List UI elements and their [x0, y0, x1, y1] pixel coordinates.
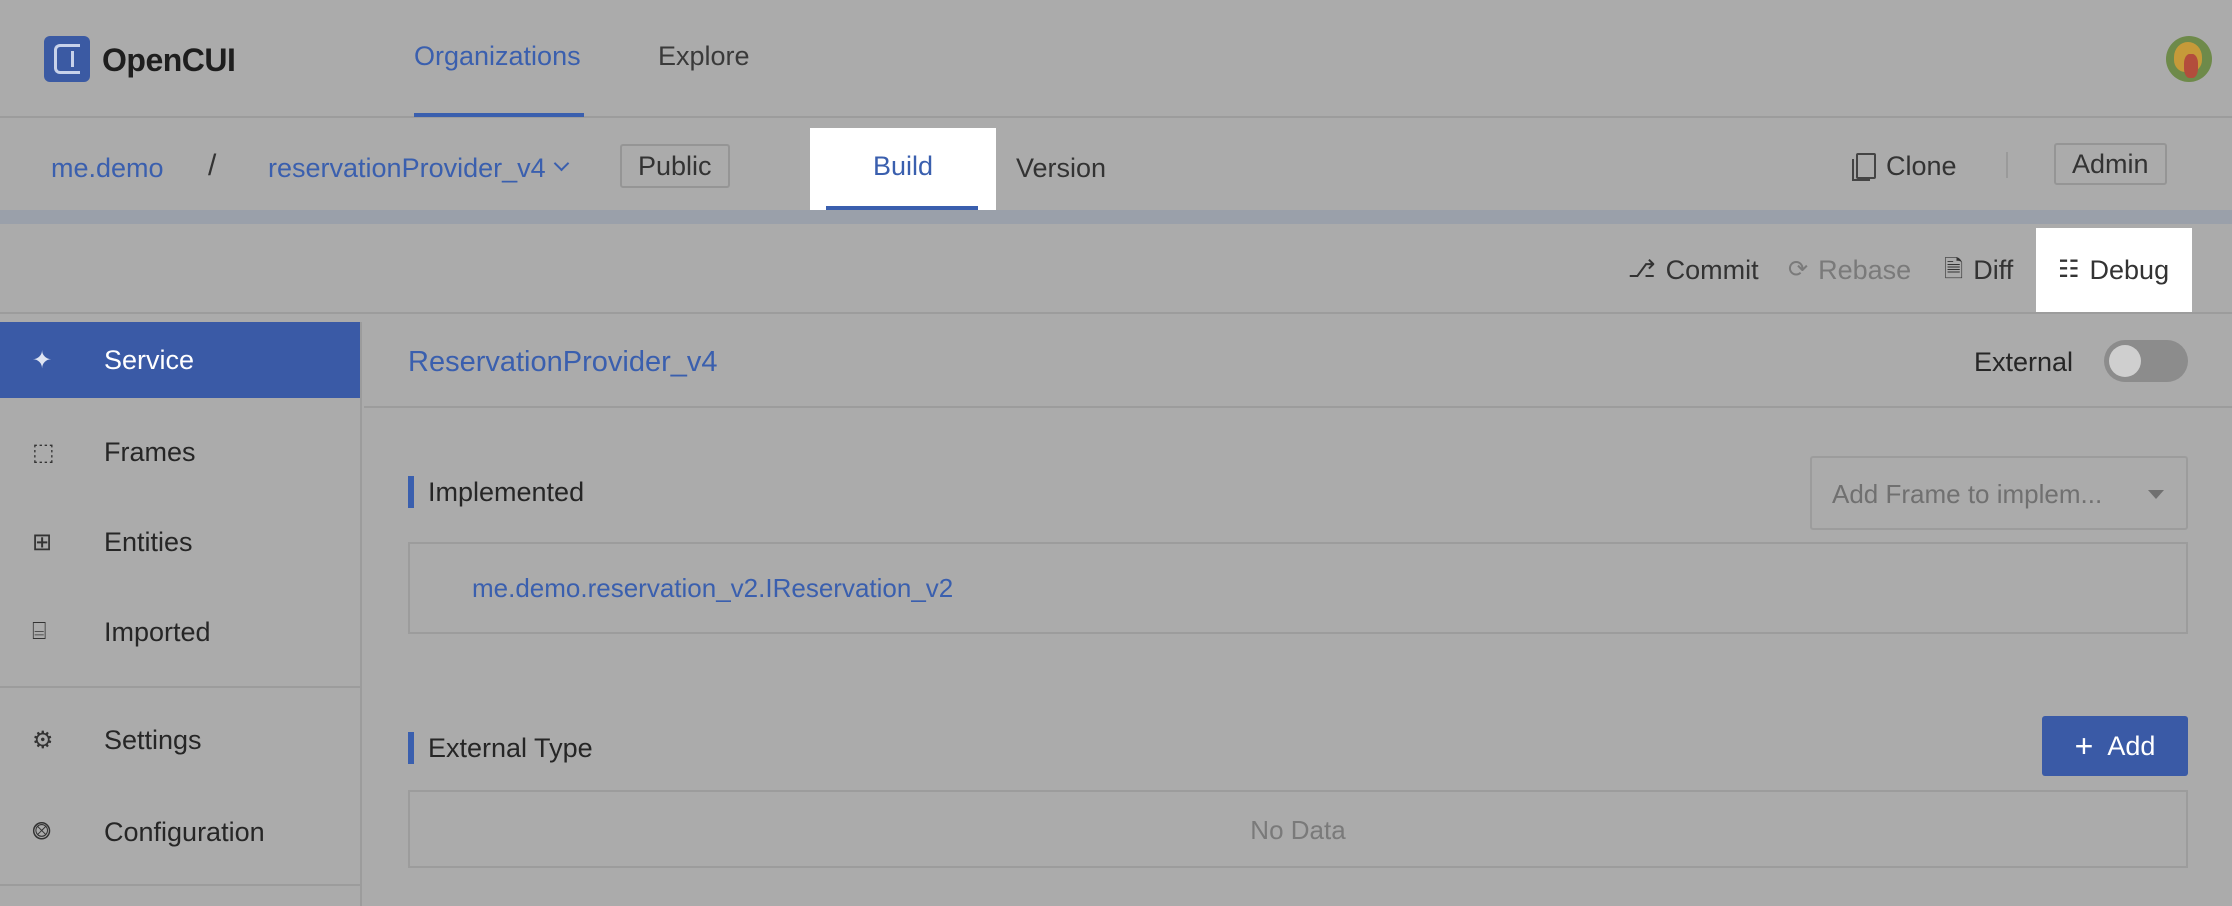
sidebar-divider	[0, 884, 360, 886]
frames-icon: ⬚	[32, 438, 55, 466]
sidebar-item-label: Configuration	[104, 816, 265, 847]
tab-build-label: Build	[872, 151, 934, 181]
commit-label: Commit	[1665, 254, 1759, 285]
sidebar-item-service[interactable]: ✦ Service	[0, 322, 360, 398]
admin-button[interactable]: Admin	[2054, 143, 2167, 185]
sidebar-item-settings[interactable]: ⚙ Settings	[0, 702, 360, 778]
plug-icon: ✦	[32, 346, 53, 374]
rebase-button[interactable]: ⟳ Rebase	[1788, 250, 1911, 290]
user-avatar[interactable]	[2166, 36, 2212, 82]
external-toggle[interactable]	[2104, 340, 2188, 382]
sidebar-item-label: Entities	[104, 526, 193, 557]
nav-tab-organizations[interactable]: Organizations	[414, 36, 581, 76]
tab-build[interactable]: Build	[810, 128, 996, 222]
diff-label: Diff	[1973, 254, 2014, 285]
sidebar-item-label: Frames	[104, 436, 196, 467]
entities-icon: ⊞	[32, 528, 53, 556]
nav-tab-explore[interactable]: Explore	[658, 36, 750, 76]
sync-icon: ⟳	[1788, 256, 1809, 283]
breadcrumb-org-link[interactable]: me.demo	[51, 148, 164, 188]
toggle-knob	[2109, 345, 2141, 377]
external-type-section-title: External Type	[428, 733, 593, 763]
page-title: ReservationProvider_v4	[408, 346, 718, 378]
robot-icon: ☷	[2058, 256, 2080, 283]
commit-button[interactable]: ⎇ Commit	[1628, 250, 1759, 290]
top-header	[0, 0, 2232, 118]
sidebar-item-entities[interactable]: ⊞ Entities	[0, 504, 360, 580]
external-label: External	[1974, 347, 2074, 377]
debug-button[interactable]: ☷ Debug	[2058, 250, 2169, 290]
imported-icon: ⌸	[32, 618, 47, 645]
external-type-list: No Data	[408, 790, 2188, 868]
add-frame-select[interactable]: Add Frame to implem...	[1810, 456, 2188, 530]
add-external-type-button[interactable]: + Add	[2042, 716, 2188, 776]
breadcrumb-separator: /	[208, 149, 217, 182]
clone-label: Clone	[1886, 150, 1957, 181]
sidebar-item-frames[interactable]: ⬚ Frames	[0, 414, 360, 490]
implemented-section-title: Implemented	[428, 477, 585, 507]
select-placeholder: Add Frame to implem...	[1832, 479, 2103, 509]
opencui-logo-icon[interactable]	[44, 36, 90, 82]
config-icon: ⨷	[32, 818, 51, 845]
brand-name[interactable]: OpenCUI	[102, 38, 236, 82]
clone-button[interactable]: Clone	[1852, 144, 1957, 188]
plus-icon: +	[2074, 728, 2094, 764]
sidebar-divider	[0, 686, 360, 688]
file-diff-icon: 🗎	[1944, 256, 1964, 283]
section-marker	[408, 732, 414, 764]
breadcrumb-project-dropdown[interactable]: reservationProvider_v4	[268, 148, 546, 188]
diff-button[interactable]: 🗎 Diff	[1944, 250, 2013, 290]
implemented-frame-link[interactable]: me.demo.reservation_v2.IReservation_v2	[472, 568, 953, 608]
empty-state-text: No Data	[1250, 815, 1346, 845]
sidebar-item-label: Settings	[104, 724, 202, 755]
debug-label: Debug	[2089, 254, 2170, 285]
branch-icon: ⎇	[1628, 256, 1656, 283]
sidebar-item-label: Service	[104, 344, 195, 375]
section-marker	[408, 476, 414, 508]
copy-icon	[1852, 153, 1876, 181]
caret-down-icon	[2148, 490, 2164, 499]
divider	[364, 406, 2232, 408]
gear-icon: ⚙	[32, 726, 54, 754]
implemented-list: me.demo.reservation_v2.IReservation_v2	[408, 542, 2188, 634]
visibility-badge: Public	[620, 144, 730, 188]
add-label: Add	[2107, 730, 2156, 761]
sidebar-item-imported[interactable]: ⌸ Imported	[0, 594, 360, 670]
tab-bar-strip	[0, 210, 2232, 224]
divider	[2006, 152, 2008, 178]
sidebar-item-label: Imported	[104, 616, 211, 647]
nav-active-underline	[414, 113, 584, 117]
rebase-label: Rebase	[1818, 254, 1912, 285]
tab-version[interactable]: Version	[1016, 148, 1106, 188]
sidebar-item-configuration[interactable]: ⨷ Configuration	[0, 794, 360, 870]
